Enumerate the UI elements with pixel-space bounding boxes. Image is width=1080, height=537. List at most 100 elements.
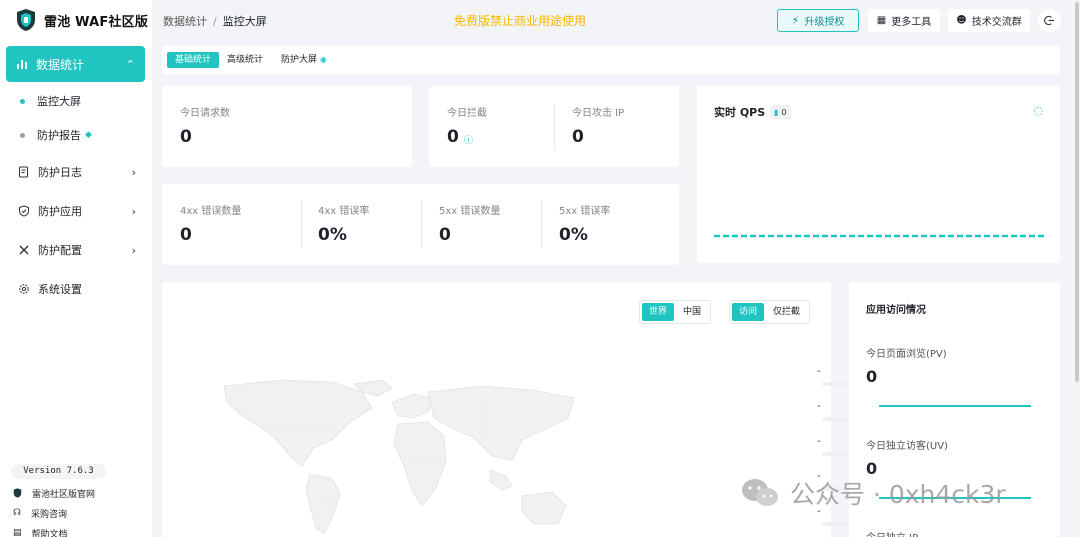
tab-label: 防护大屏 bbox=[281, 55, 318, 65]
app-access-title: 应用访问情况 bbox=[866, 305, 926, 316]
sidebar-item-label: 防护日志 bbox=[38, 166, 82, 179]
scrollbar-thumb[interactable] bbox=[1075, 2, 1079, 382]
divider bbox=[554, 104, 555, 150]
grid-icon: ▦ bbox=[876, 15, 887, 26]
pro-badge-icon: ◉ bbox=[319, 55, 327, 64]
world-map[interactable] bbox=[222, 378, 582, 537]
metric-value: 0 bbox=[439, 225, 451, 245]
version-badge: Version 7.6.3 bbox=[11, 464, 106, 479]
metric-value: 0 bbox=[572, 127, 584, 147]
sidebar-subitem-report[interactable]: 防护报告 ◆ bbox=[20, 125, 92, 145]
logout-button[interactable] bbox=[1038, 9, 1061, 32]
brand[interactable]: 雷池 WAF社区版 bbox=[16, 7, 148, 33]
mode-visit-option[interactable]: 访问 bbox=[732, 303, 765, 321]
help-docs-link[interactable]: ▤ 帮助文档 bbox=[13, 526, 68, 537]
region-world-option[interactable]: 世界 bbox=[642, 303, 675, 321]
chevron-right-icon: › bbox=[131, 165, 136, 179]
card-blocked-attack: 今日拦截 0 ⓘ 今日攻击 IP 0 bbox=[429, 86, 679, 167]
sidebar-item-data-stats[interactable]: 数据统计 ⌃ bbox=[6, 46, 145, 82]
ranking-name: - bbox=[817, 436, 821, 447]
gear-icon bbox=[19, 284, 29, 294]
metric-label: 今日攻击 IP bbox=[572, 108, 625, 119]
chat-icon[interactable]: ◌ bbox=[1033, 104, 1043, 117]
metric-value: 0 bbox=[180, 225, 192, 245]
breadcrumb-separator: / bbox=[213, 15, 217, 28]
group-icon: ☻ bbox=[956, 15, 967, 26]
log-icon bbox=[19, 166, 28, 178]
card-error-stats: 4xx 错误数量 0 4xx 错误率 0% 5xx 错误数量 0 5xx 错误率… bbox=[162, 184, 679, 265]
chevron-right-icon: › bbox=[131, 204, 136, 218]
mode-blocked-option[interactable]: 仅拦截 bbox=[766, 303, 807, 321]
metric-label: 今日拦截 bbox=[447, 108, 487, 119]
pro-badge-icon: ◆ bbox=[85, 130, 92, 140]
metric-label: 4xx 错误率 bbox=[318, 206, 370, 217]
pv-value: 0 bbox=[866, 367, 878, 386]
qps-value: 0 bbox=[781, 107, 787, 117]
official-site-link[interactable]: 雷池社区版官网 bbox=[13, 486, 95, 500]
metric-value: 0 bbox=[447, 127, 459, 147]
more-tools-button[interactable]: ▦ 更多工具 bbox=[868, 9, 940, 32]
doc-icon: ▤ bbox=[13, 528, 22, 537]
sidebar-item-label: 防护应用 bbox=[38, 205, 82, 218]
leichi-logo-icon bbox=[17, 9, 35, 31]
ranking-name: - bbox=[817, 366, 821, 377]
purchase-consult-link[interactable]: ☊ 采购咨询 bbox=[13, 506, 67, 520]
qps-badge: ▮ 0 bbox=[770, 105, 791, 119]
headset-icon: ☊ bbox=[13, 508, 21, 518]
sidebar-item-config[interactable]: 防护配置 › bbox=[18, 239, 136, 261]
info-icon[interactable]: ⓘ bbox=[464, 133, 473, 146]
sidebar-subitem-monitor[interactable]: 监控大屏 bbox=[20, 91, 81, 111]
community-button[interactable]: ☻ 技术交流群 bbox=[948, 9, 1030, 32]
chevron-up-icon: ⌃ bbox=[125, 57, 135, 71]
qps-title: 实时 QPS bbox=[714, 106, 766, 119]
metric-label: 今日请求数 bbox=[180, 108, 230, 119]
metric-value: 0% bbox=[318, 225, 347, 245]
sidebar-item-logs[interactable]: 防护日志 › bbox=[18, 161, 136, 183]
lightning-icon: ⚡ bbox=[791, 14, 800, 27]
footer-link-label: 雷池社区版官网 bbox=[32, 489, 96, 500]
card-world-map: 世界 中国 访问 仅拦截 - 0 - 0 - 0 bbox=[162, 282, 971, 537]
shield-icon bbox=[19, 205, 29, 217]
active-dot-icon bbox=[20, 98, 25, 104]
tab-advanced-stats[interactable]: 高级统计 bbox=[219, 52, 271, 68]
region-toggle: 世界 中国 bbox=[639, 300, 712, 324]
qps-line bbox=[714, 234, 1044, 238]
brand-name: 雷池 WAF社区版 bbox=[44, 14, 149, 30]
dot-icon bbox=[20, 132, 25, 138]
watermark-text: 公众号 · 0xh4ck3r bbox=[790, 480, 1006, 509]
sidebar-subitem-label: 监控大屏 bbox=[37, 95, 81, 108]
divider bbox=[301, 200, 302, 248]
ip-label: 今日独立 IP bbox=[866, 529, 918, 537]
card-today-requests: 今日请求数 0 bbox=[162, 86, 412, 167]
bar-chart-icon bbox=[17, 60, 27, 69]
metric-value: 0% bbox=[559, 225, 588, 245]
tab-basic-stats[interactable]: 基础统计 bbox=[167, 52, 220, 68]
region-china-option[interactable]: 中国 bbox=[676, 303, 708, 321]
upgrade-button[interactable]: ⚡ 升级授权 bbox=[777, 9, 859, 32]
shield-logo-icon bbox=[13, 488, 22, 498]
upgrade-label: 升级授权 bbox=[804, 17, 845, 28]
card-realtime-qps: 实时 QPS ▮ 0 ◌ bbox=[697, 86, 1060, 263]
sidebar-item-settings[interactable]: 系统设置 bbox=[18, 278, 136, 300]
sidebar-item-apps[interactable]: 防护应用 › bbox=[18, 200, 136, 222]
sidebar-item-label: 系统设置 bbox=[38, 283, 82, 296]
ranking-name: - bbox=[817, 401, 821, 412]
sidebar-item-label: 防护配置 bbox=[38, 244, 82, 257]
metric-label: 5xx 错误数量 bbox=[439, 206, 501, 217]
mode-toggle: 访问 仅拦截 bbox=[729, 300, 811, 324]
metric-label: 5xx 错误率 bbox=[559, 206, 611, 217]
license-notice: 免费版禁止商业用途使用 bbox=[454, 14, 587, 28]
watermark: 公众号 · 0xh4ck3r bbox=[740, 475, 1006, 511]
tab-protection-screen[interactable]: 防护大屏 ◉ bbox=[273, 52, 335, 68]
uv-label: 今日独立访客(UV) bbox=[866, 441, 948, 452]
sidebar: 雷池 WAF社区版 数据统计 ⌃ 监控大屏 防护报告 ◆ 防护日志 › 防护应用… bbox=[0, 0, 152, 537]
breadcrumb-current: 监控大屏 bbox=[222, 15, 267, 28]
breadcrumb: 数据统计 / 监控大屏 bbox=[163, 13, 267, 29]
tools-icon bbox=[19, 245, 29, 255]
breadcrumb-item[interactable]: 数据统计 bbox=[163, 15, 207, 28]
divider bbox=[421, 200, 422, 248]
footer-link-label: 采购咨询 bbox=[31, 509, 68, 520]
metric-value: 0 bbox=[180, 127, 192, 147]
more-tools-label: 更多工具 bbox=[891, 17, 932, 28]
footer-link-label: 帮助文档 bbox=[31, 529, 68, 537]
